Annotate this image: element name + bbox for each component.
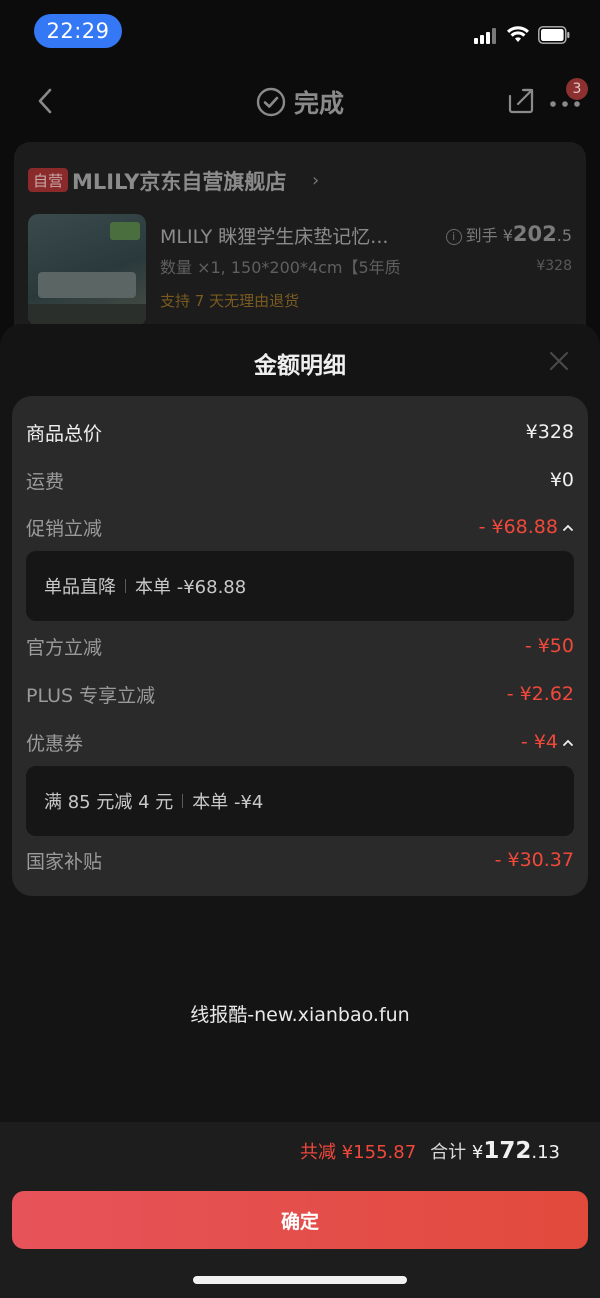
sum-label: 合计 <box>430 1142 467 1163</box>
status-time: 22:29 <box>34 14 122 48</box>
coupon-label: 优惠券 <box>26 732 84 755</box>
promo-detail-name: 单品直降 <box>44 577 116 598</box>
plus-discount-value: - ¥2.62 <box>506 683 574 705</box>
official-discount-value: - ¥50 <box>524 635 574 657</box>
coupon-detail-box: 满 85 元减 4 元 本单 -¥4 <box>26 766 574 836</box>
coupon-detail-value: 本单 -¥4 <box>192 792 264 813</box>
national-subsidy-value: - ¥30.37 <box>494 849 574 871</box>
watermark-text: 线报酷-new.xianbao.fun <box>190 1004 410 1026</box>
net-price-label: 到手 <box>465 226 498 245</box>
price-detail-sheet: 金额明细 商品总价 ¥328 运费 ¥0 促销立减 - ¥68.88 单品直降 … <box>0 324 600 1298</box>
row-official-discount: 官方立减 - ¥50 <box>26 631 574 661</box>
total-reduction: 共减 ¥155.87 <box>300 1142 417 1163</box>
shipping-label: 运费 <box>26 470 65 493</box>
page-title: 完成 <box>293 89 344 118</box>
close-button[interactable] <box>546 348 572 374</box>
divider <box>182 794 184 808</box>
total-price-value: ¥328 <box>525 421 574 443</box>
cellular-signal-icon <box>474 28 498 44</box>
official-discount-label: 官方立减 <box>26 636 103 659</box>
sheet-title: 金额明细 <box>254 353 346 379</box>
national-subsidy-label: 国家补贴 <box>26 850 103 873</box>
info-icon[interactable]: i <box>445 228 462 245</box>
product-spec-text: 数量 ×1, 150*200*4cm【5年质 <box>160 258 401 277</box>
product-image[interactable] <box>28 214 146 326</box>
promo-discount-label: 促销立减 <box>26 517 103 540</box>
promo-detail-box: 单品直降 本单 -¥68.88 <box>26 551 574 621</box>
share-button[interactable] <box>506 86 536 116</box>
home-indicator[interactable] <box>193 1276 407 1284</box>
chevron-up-icon[interactable] <box>562 737 574 749</box>
status-bar: 22:29 <box>0 0 600 62</box>
sum-group: 合计 ¥172.13 <box>430 1138 560 1164</box>
original-price: ¥328 <box>536 258 572 274</box>
net-price: i 到手 ¥202.5 <box>445 222 572 246</box>
row-total-price: 商品总价 ¥328 <box>26 417 574 447</box>
row-promo-discount[interactable]: 促销立减 - ¥68.88 <box>26 512 574 542</box>
chevron-up-icon[interactable] <box>562 522 574 534</box>
return-policy: 支持 7 天无理由退货 <box>160 292 300 310</box>
promo-discount-value-group: - ¥68.88 <box>479 516 574 538</box>
plus-discount-label: PLUS 专享立减 <box>26 684 156 707</box>
net-price-integer: 202 <box>512 222 557 246</box>
coupon-detail-name: 满 85 元减 4 元 <box>44 792 174 813</box>
coupon-value-group: - ¥4 <box>521 731 574 753</box>
sum-decimal: .13 <box>531 1142 560 1163</box>
sum-value: ¥172.13 <box>471 1138 560 1164</box>
promo-stamp-graphic <box>110 222 140 240</box>
price-breakdown-card: 商品总价 ¥328 运费 ¥0 促销立减 - ¥68.88 单品直降 本单 -¥… <box>12 396 588 896</box>
row-plus-discount: PLUS 专享立减 - ¥2.62 <box>26 679 574 709</box>
wifi-icon <box>507 26 529 42</box>
net-price-currency: ¥ <box>502 226 513 245</box>
divider <box>125 579 126 593</box>
store-name-link[interactable]: MLILY京东自营旗舰店 <box>72 166 286 196</box>
totals-summary: 共减 ¥155.87 合计 ¥172.13 <box>300 1138 560 1164</box>
mattress-graphic <box>38 272 136 298</box>
sum-currency: ¥ <box>471 1142 484 1163</box>
battery-icon <box>538 26 570 44</box>
confirm-button[interactable]: 确定 <box>12 1191 588 1249</box>
shipping-value: ¥0 <box>549 469 574 491</box>
row-national-subsidy: 国家补贴 - ¥30.37 <box>26 845 574 875</box>
row-shipping: 运费 ¥0 <box>26 465 574 495</box>
checkout-bar: 共减 ¥155.87 合计 ¥172.13 确定 <box>0 1122 600 1298</box>
sum-integer: 172 <box>483 1138 532 1164</box>
promo-discount-value: - ¥68.88 <box>478 516 558 538</box>
net-price-decimal: .5 <box>556 226 572 245</box>
check-circle-icon <box>256 87 286 117</box>
notification-badge: 3 <box>566 78 588 100</box>
promo-detail-value: 本单 -¥68.88 <box>135 577 247 598</box>
self-operated-tag: 自营 <box>28 168 69 192</box>
total-price-label: 商品总价 <box>26 422 103 445</box>
store-card: 自营 MLILY京东自营旗舰店 › MLILY 眯狸学生床垫记忆... 数量 ×… <box>14 142 586 342</box>
product-name[interactable]: MLILY 眯狸学生床垫记忆... <box>160 222 422 249</box>
coupon-value: - ¥4 <box>520 731 558 753</box>
chevron-right-icon: › <box>312 170 320 191</box>
product-spec-selector[interactable]: 数量 ×1, 150*200*4cm【5年质 <box>160 254 450 278</box>
image-price-band <box>28 304 146 326</box>
page-header: 完成 3 <box>0 70 600 134</box>
row-coupon[interactable]: 优惠券 - ¥4 <box>26 727 574 757</box>
